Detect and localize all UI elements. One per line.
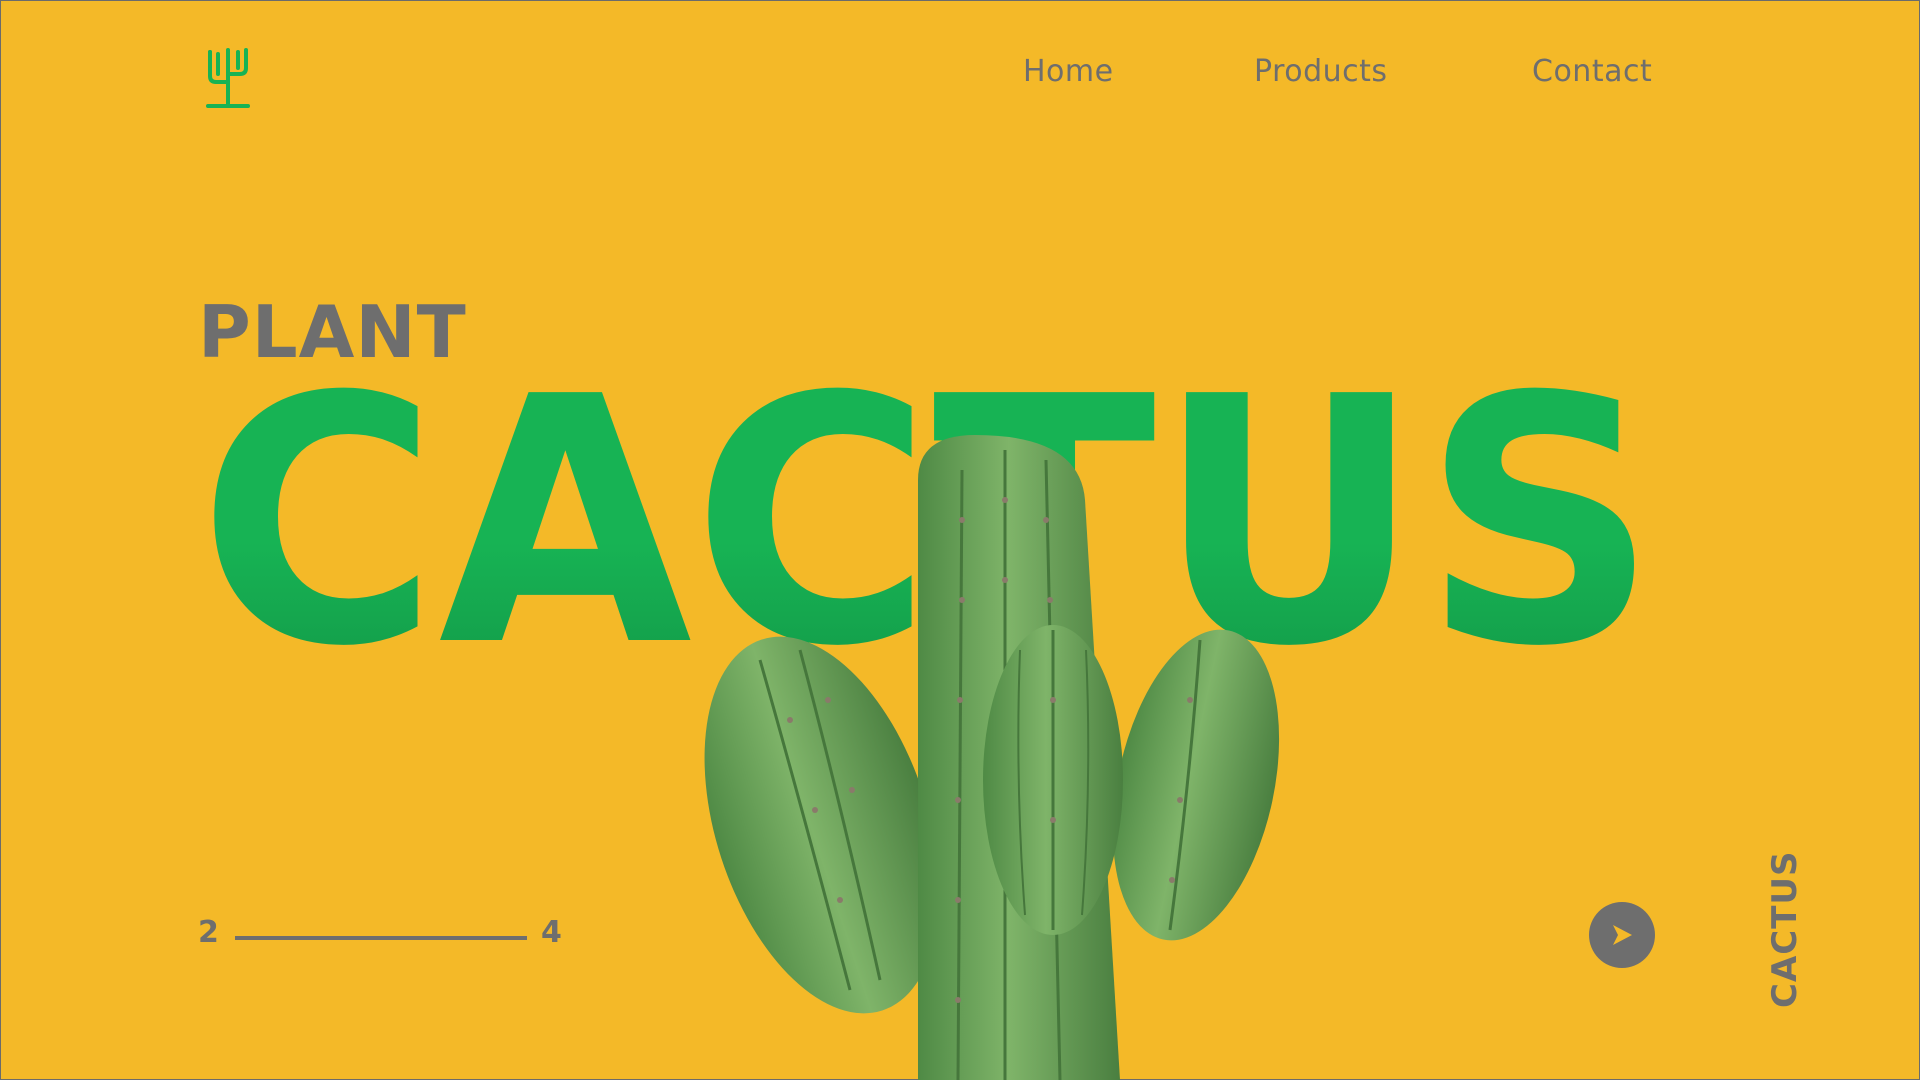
- pager-total: 4: [541, 915, 562, 950]
- next-slide-button[interactable]: [1589, 902, 1655, 968]
- play-arrow-icon: [1613, 925, 1632, 945]
- pager-progress-line: [235, 936, 527, 940]
- slide-pager: 2 4: [198, 915, 578, 955]
- pager-current: 2: [198, 915, 219, 950]
- side-label: CACTUS: [1765, 850, 1805, 1008]
